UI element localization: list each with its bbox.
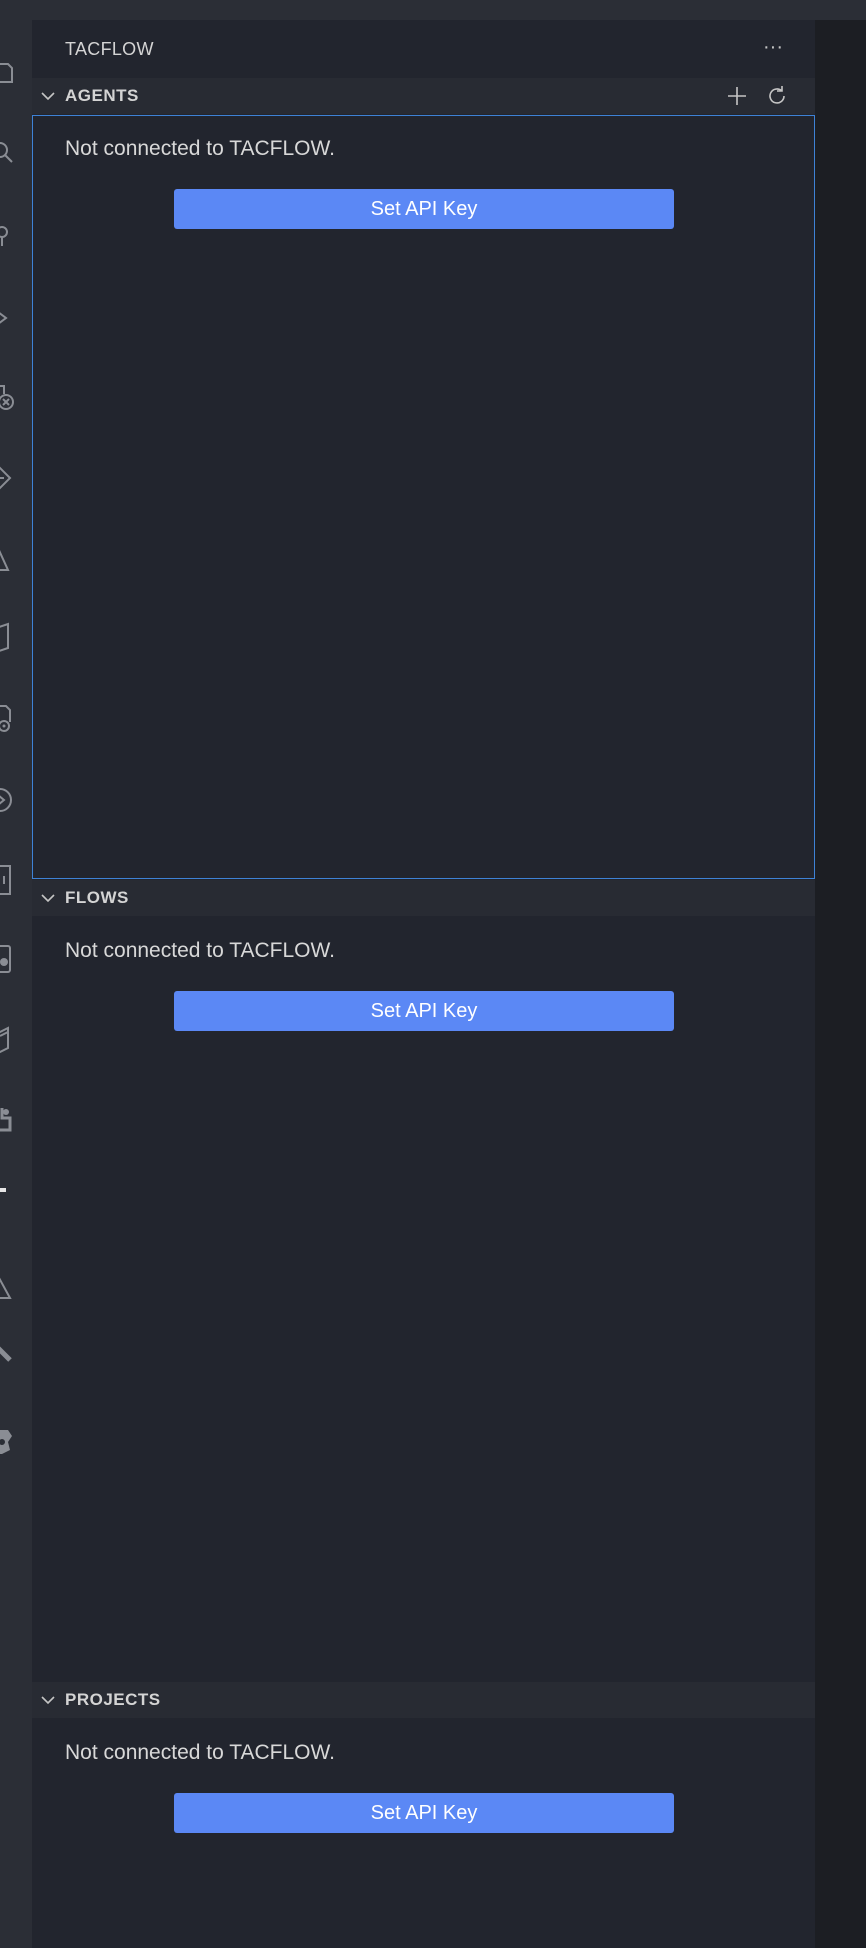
agents-section-title: AGENTS [65, 86, 139, 105]
run-debug-icon[interactable] [0, 302, 32, 334]
chevron-down-icon [38, 86, 58, 106]
gear-puzzle-icon[interactable] [0, 1426, 32, 1458]
refresh-icon [769, 86, 785, 104]
hammer-icon[interactable] [0, 1342, 32, 1374]
search-icon[interactable] [0, 140, 32, 172]
agents-section-actions [721, 82, 793, 110]
plus-icon [728, 87, 746, 105]
add-agent-button[interactable] [721, 82, 753, 110]
sidebar-header: TACFLOW ··· [32, 20, 815, 78]
flows-section-header[interactable]: FLOWS [32, 880, 815, 916]
projects-section-body: Not connected to TACFLOW. Set API Key [32, 1719, 815, 1948]
source-control-icon[interactable] [0, 220, 32, 252]
projects-set-api-key-button[interactable]: Set API Key [174, 1793, 674, 1833]
chevron-down-icon [38, 1690, 58, 1710]
activity-bar [0, 20, 32, 1948]
agents-status-message: Not connected to TACFLOW. [65, 137, 336, 160]
projects-status-message: Not connected to TACFLOW. [65, 1741, 336, 1764]
refresh-agents-button[interactable] [761, 82, 793, 110]
agents-set-api-key-button[interactable]: Set API Key [174, 189, 674, 229]
flows-section-body: Not connected to TACFLOW. Set API Key [32, 917, 815, 1701]
editor-area [815, 20, 866, 1948]
projects-section-title: PROJECTS [65, 1690, 161, 1709]
ellipsis-icon: ··· [763, 35, 783, 58]
tacflow-sidebar: TACFLOW ··· AGENTS Not connected to TACF… [32, 20, 815, 1948]
live-share-icon[interactable] [0, 784, 32, 816]
projects-section-header[interactable]: PROJECTS [32, 1682, 815, 1718]
chevron-down-icon [38, 888, 58, 908]
flows-set-api-key-button[interactable]: Set API Key [174, 991, 674, 1031]
more-actions-button[interactable]: ··· [757, 34, 789, 60]
agents-section-body: Not connected to TACFLOW. Set API Key [32, 115, 815, 879]
flows-status-message: Not connected to TACFLOW. [65, 939, 336, 962]
package-icon[interactable] [0, 622, 32, 654]
docker-icon[interactable] [0, 944, 32, 976]
testing-icon[interactable] [0, 542, 32, 574]
agents-section-header[interactable]: AGENTS [32, 78, 815, 114]
sidebar-title: TACFLOW [65, 39, 154, 59]
flows-section-title: FLOWS [65, 888, 129, 907]
extensions-icon[interactable] [0, 382, 32, 414]
python-icon[interactable] [0, 1104, 32, 1136]
files-icon[interactable] [0, 60, 32, 92]
remote-explorer-icon[interactable] [0, 462, 32, 494]
notebook-icon[interactable] [0, 864, 32, 896]
triangle-icon[interactable] [0, 1270, 32, 1302]
tacflow-icon[interactable] [0, 1174, 32, 1206]
database-icon[interactable] [0, 1024, 32, 1056]
settings-file-icon[interactable] [0, 704, 32, 736]
title-bar [0, 0, 866, 20]
